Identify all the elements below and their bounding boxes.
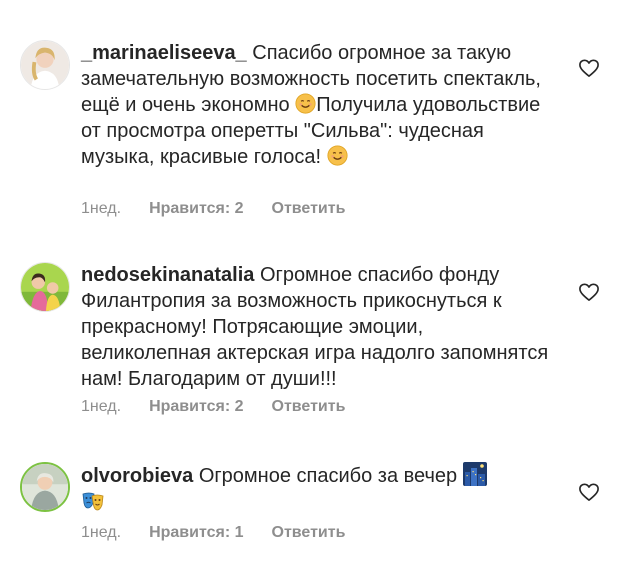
avatar[interactable] [20, 40, 70, 90]
night-city-emoji [462, 462, 487, 486]
avatar[interactable] [20, 262, 70, 312]
comment-body: _marinaeliseeva_ Спасибо огромное за так… [81, 40, 551, 170]
comment-body: olvorobieva Огромное спасибо за вечер [81, 462, 551, 517]
comment-time[interactable]: 1нед. [81, 398, 121, 416]
comment-likes-count[interactable]: Нравится: 2 [149, 398, 243, 416]
avatar[interactable] [20, 462, 70, 512]
comment-username[interactable]: _marinaeliseeva_ [81, 42, 247, 64]
comment-time[interactable]: 1нед. [81, 200, 121, 218]
smiling-face-emoji [327, 145, 348, 166]
comment-meta: 1нед. Нравится: 2 Ответить [81, 398, 345, 416]
comment-meta: 1нед. Нравится: 2 Ответить [81, 200, 345, 218]
comment-body: nedosekinanatalia Огромное спасибо фонду… [81, 262, 551, 392]
comment-likes-count[interactable]: Нравится: 2 [149, 200, 243, 218]
like-heart-icon[interactable] [578, 282, 600, 302]
performing-arts-emoji [81, 489, 105, 513]
reply-button[interactable]: Ответить [272, 200, 346, 218]
reply-button[interactable]: Ответить [272, 524, 346, 542]
comment-meta: 1нед. Нравится: 1 Ответить [81, 524, 345, 542]
like-heart-icon[interactable] [578, 58, 600, 78]
comment-username[interactable]: nedosekinanatalia [81, 264, 254, 286]
comment-likes-count[interactable]: Нравится: 1 [149, 524, 243, 542]
comment-username[interactable]: olvorobieva [81, 465, 193, 487]
comment-text: Огромное спасибо за вечер [193, 465, 463, 487]
reply-button[interactable]: Ответить [272, 398, 346, 416]
comment-time[interactable]: 1нед. [81, 524, 121, 542]
smiling-face-emoji [295, 93, 316, 114]
like-heart-icon[interactable] [578, 482, 600, 502]
